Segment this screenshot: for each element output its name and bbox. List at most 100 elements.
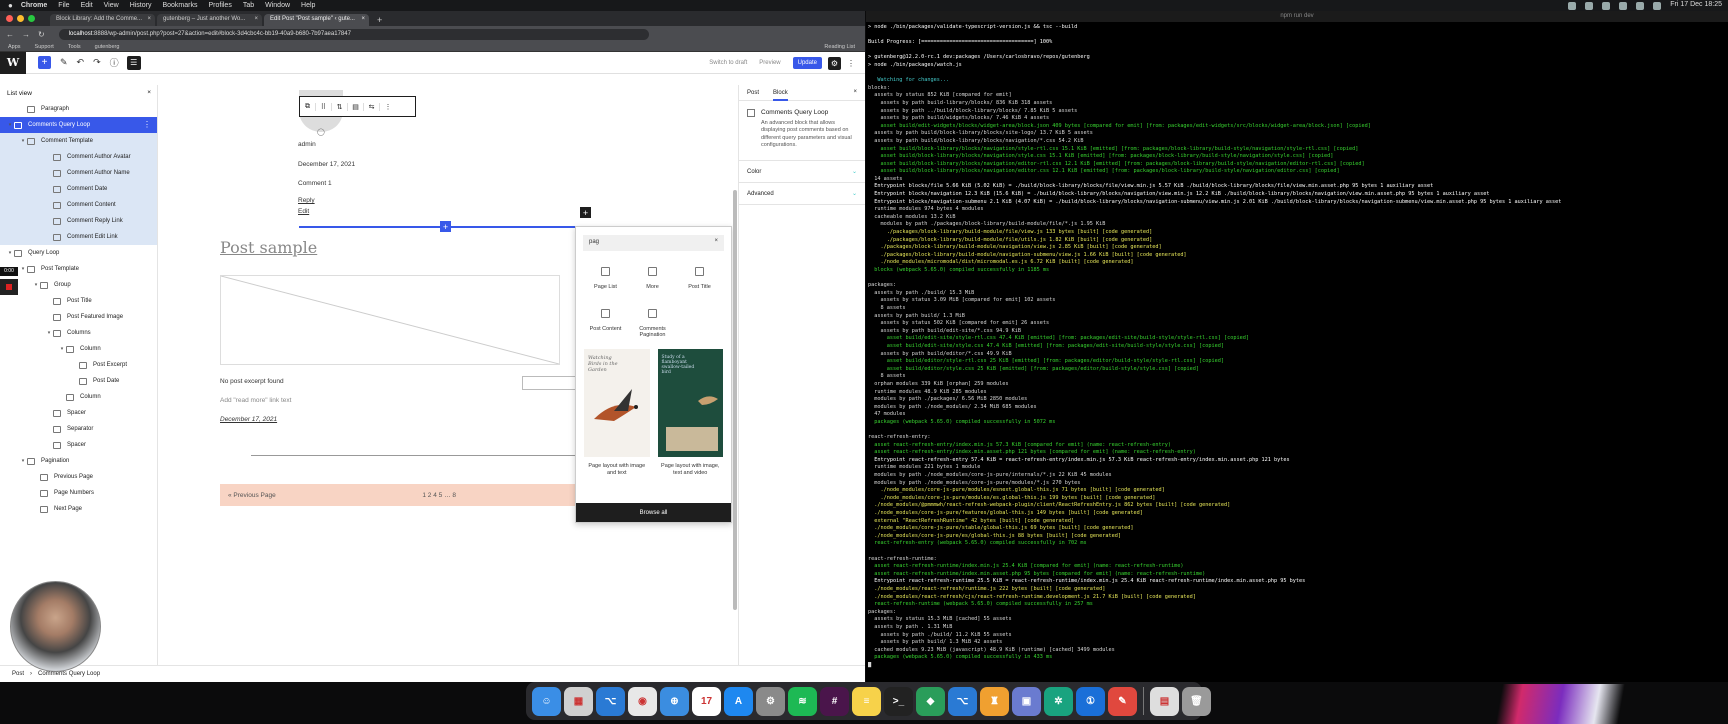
status-icon[interactable] [1568, 2, 1577, 10]
pattern-result[interactable]: Study of a flamboyant swallow-tailed bir… [657, 349, 723, 477]
update-button[interactable]: Update [792, 57, 822, 69]
bookmark-support[interactable]: Support [35, 44, 54, 50]
dock-launchpad-icon[interactable]: ▦ [564, 686, 593, 716]
bookmark-apps[interactable]: Apps [8, 44, 21, 50]
list-view-item[interactable]: ▾ Columns [0, 325, 157, 341]
recording-control[interactable] [0, 279, 18, 295]
list-view-item[interactable]: Previous Page [0, 469, 157, 485]
dock-safari-icon[interactable]: ⊕ [660, 686, 689, 716]
pagination-block[interactable]: « Previous Page 1 2 4 5 … 8 [220, 484, 576, 506]
list-view-item[interactable]: Comment Author Name [0, 165, 157, 181]
comment-reply-link[interactable]: Reply [298, 197, 315, 204]
bookmark-tools[interactable]: Tools [68, 44, 81, 50]
menu-tab[interactable]: Tab [243, 2, 254, 9]
close-window-icon[interactable] [6, 15, 13, 22]
dock-app-store-icon[interactable]: A [724, 686, 753, 716]
switch-to-draft-button[interactable]: Switch to draft [709, 60, 747, 66]
dock-vs-code-2-icon[interactable]: ⌥ [948, 686, 977, 716]
menu-help[interactable]: Help [301, 2, 315, 9]
expand-chevron-icon[interactable]: ▾ [6, 250, 14, 256]
settings-gear-icon[interactable]: ⚙ [828, 56, 841, 70]
list-view-item[interactable]: Next Page [0, 501, 157, 517]
status-icon[interactable] [1602, 2, 1611, 10]
comment-edit-link[interactable]: Edit [298, 208, 309, 215]
browser-tab[interactable]: Block Library: Add the Comme... × [50, 14, 155, 26]
comment-author-name[interactable]: admin [298, 141, 316, 148]
dock-spotify-icon[interactable]: ≋ [788, 686, 817, 716]
page-numbers[interactable]: 1 2 4 5 … 8 [422, 492, 456, 499]
dock-notes-icon[interactable]: ≡ [852, 686, 881, 716]
close-tab-icon[interactable]: × [361, 16, 365, 22]
color-panel-toggle[interactable]: Color ⌄ [739, 161, 865, 183]
expand-chevron-icon[interactable]: ▾ [19, 138, 27, 144]
previous-page-link[interactable]: « Previous Page [228, 492, 276, 499]
list-view-item[interactable]: ▾ Comment Template [0, 133, 157, 149]
wordpress-logo-icon[interactable]: W [0, 51, 26, 74]
menu-window[interactable]: Window [265, 2, 290, 9]
back-icon[interactable]: ← [6, 30, 14, 39]
menubar-clock[interactable]: Fri 17 Dec 18:25 [1670, 1, 1722, 10]
inserter-search-input[interactable]: pag × [583, 235, 724, 251]
list-view-item[interactable]: ▾ Pagination [0, 453, 157, 469]
expand-chevron-icon[interactable]: ▾ [58, 346, 66, 352]
close-list-view-icon[interactable]: × [147, 89, 151, 96]
list-view-item[interactable]: Separator [0, 421, 157, 437]
menu-profiles[interactable]: Profiles [208, 2, 231, 9]
comment-content[interactable]: Comment 1 [298, 180, 332, 187]
list-view-toggle[interactable]: ☰ [126, 55, 141, 70]
block-result-post-title[interactable]: Post Title [676, 259, 723, 301]
browser-tab[interactable]: gutenberg – Just another Wo... × [157, 14, 262, 26]
list-view-item[interactable]: ▾ Column [0, 341, 157, 357]
redo-icon[interactable]: ↷ [93, 57, 101, 68]
dock-tower-icon[interactable]: ♜ [980, 686, 1009, 716]
minimize-window-icon[interactable] [17, 15, 24, 22]
list-view-item[interactable]: Comment Author Avatar [0, 149, 157, 165]
block-options-icon[interactable]: ⋮ [380, 103, 396, 111]
list-view-item[interactable]: Comment Edit Link [0, 229, 157, 245]
forward-icon[interactable]: → [22, 30, 30, 39]
block-result-more[interactable]: More [629, 259, 676, 301]
dock-slack-icon[interactable]: # [820, 686, 849, 716]
list-view-item[interactable]: ▾ Query Loop [0, 245, 157, 261]
battery-icon[interactable] [1653, 2, 1662, 10]
list-view-item[interactable]: Comment Reply Link [0, 213, 157, 229]
details-icon[interactable]: ⓘ [110, 56, 119, 69]
dock-chrome-icon[interactable]: ◉ [628, 686, 657, 716]
pattern-result[interactable]: Watching Birds in the Garden Page layout… [584, 349, 650, 477]
placeholder-box[interactable] [522, 376, 578, 390]
expand-chevron-icon[interactable]: ▾ [6, 122, 14, 128]
post-title[interactable]: Post sample [220, 238, 317, 257]
menu-history[interactable]: History [130, 2, 152, 9]
list-view-item[interactable]: ▾ Group [0, 277, 157, 293]
drag-handle-icon[interactable]: ⠿ [316, 102, 332, 111]
menu-bookmarks[interactable]: Bookmarks [162, 2, 197, 9]
browse-all-button[interactable]: Browse all [576, 503, 731, 522]
menu-app-name[interactable]: Chrome [21, 2, 47, 9]
dock-trash-icon[interactable]: 🗑 [1182, 686, 1211, 716]
expand-chevron-icon[interactable]: ▾ [19, 266, 27, 272]
close-tab-icon[interactable]: × [147, 16, 151, 22]
move-up-down-icon[interactable]: ⇅ [332, 102, 348, 111]
canvas-scrollbar[interactable] [733, 190, 737, 610]
dock-1password-icon[interactable]: ① [1076, 686, 1105, 716]
breadcrumb-current[interactable]: Comments Query Loop [38, 671, 100, 677]
terminal-window[interactable]: npm run dev > node ./bin/packages/valida… [866, 11, 1728, 682]
browser-tab-active[interactable]: Edit Post "Post sample" ‹ gute... × [264, 14, 369, 26]
dock-tool-icon[interactable]: ✎ [1108, 686, 1137, 716]
block-result-page-list[interactable]: Page List [582, 259, 629, 301]
reload-icon[interactable]: ↻ [38, 30, 45, 39]
zoom-window-icon[interactable] [28, 15, 35, 22]
new-tab-icon[interactable]: + [377, 15, 382, 25]
list-view-item[interactable]: Post Featured Image [0, 309, 157, 325]
preview-button[interactable]: Preview [759, 60, 780, 66]
read-more-field[interactable]: Add "read more" link text [220, 397, 291, 404]
list-view-item[interactable]: Post Excerpt [0, 357, 157, 373]
close-tab-icon[interactable]: × [254, 16, 258, 22]
options-menu-icon[interactable]: ⋮ [847, 59, 855, 68]
block-options-icon[interactable]: ⋮ [143, 120, 151, 129]
menu-file[interactable]: File [58, 2, 69, 9]
bookmark-gutenberg[interactable]: gutenberg [95, 44, 120, 50]
expand-chevron-icon[interactable]: ▾ [32, 282, 40, 288]
dock-vs-code-icon[interactable]: ⌥ [596, 686, 625, 716]
advanced-panel-toggle[interactable]: Advanced ⌄ [739, 183, 865, 205]
